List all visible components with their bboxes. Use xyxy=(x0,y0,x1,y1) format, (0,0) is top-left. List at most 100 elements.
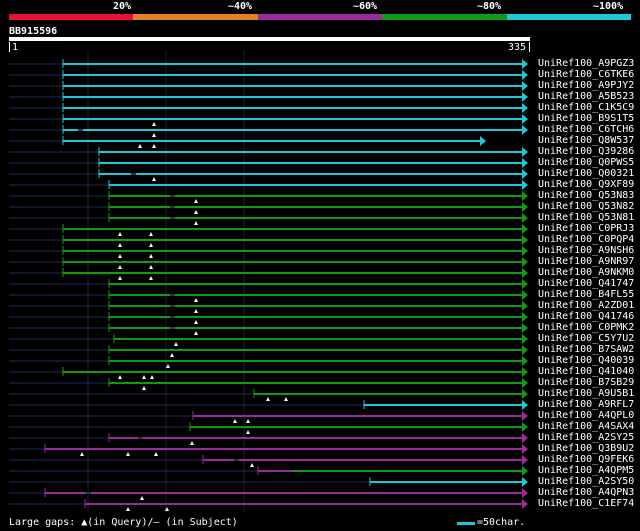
hit-label[interactable]: UniRef100_C1K5C9 xyxy=(538,103,634,113)
hit-label[interactable]: UniRef100_A5B523 xyxy=(538,92,634,102)
query-gap-triangle xyxy=(140,496,144,500)
query-gap-triangle xyxy=(118,254,122,258)
hit-label[interactable]: UniRef100_B7SAW2 xyxy=(538,345,634,355)
subject-gap-mark xyxy=(131,173,136,175)
hit-label[interactable]: UniRef100_Q41747 xyxy=(538,279,634,289)
query-gap-triangle xyxy=(142,386,146,390)
hit-label[interactable]: UniRef100_Q40039 xyxy=(538,356,634,366)
hit-label[interactable]: UniRef100_B7SB29 xyxy=(538,378,634,388)
hit-bar xyxy=(109,184,522,186)
hit-label[interactable]: UniRef100_C5Y7U2 xyxy=(538,334,634,344)
hit-label[interactable]: UniRef100_B9S1T5 xyxy=(538,114,634,124)
hit-label[interactable]: UniRef100_B4FL55 xyxy=(538,290,634,300)
hit-arrow-head xyxy=(522,59,528,69)
hit-arrow-head xyxy=(522,224,528,234)
hit-bar xyxy=(109,360,522,362)
hit-arrow-head xyxy=(480,136,486,146)
hit-label[interactable]: UniRef100_Q9XF89 xyxy=(538,180,634,190)
hit-label[interactable]: UniRef100_Q8W537 xyxy=(538,136,634,146)
query-gap-triangle xyxy=(266,397,270,401)
hit-bar xyxy=(109,382,522,384)
hit-bar xyxy=(63,85,522,87)
hit-arrow-head xyxy=(522,202,528,212)
hit-label[interactable]: UniRef100_A9RFL7 xyxy=(538,400,634,410)
hit-label[interactable]: UniRef100_A2SY25 xyxy=(538,433,634,443)
hit-bar xyxy=(109,437,522,439)
hit-label[interactable]: UniRef100_A9NR97 xyxy=(538,257,634,267)
hit-arrow-head xyxy=(522,345,528,355)
hit-label[interactable]: UniRef100_C6TCH6 xyxy=(538,125,634,135)
hit-label[interactable]: UniRef100_A9U5B1 xyxy=(538,389,634,399)
subject-gap-mark xyxy=(170,217,175,219)
hit-arrow-head xyxy=(522,103,528,113)
query-gap-triangle xyxy=(154,452,158,456)
hit-bar xyxy=(190,426,522,428)
hit-label[interactable]: UniRef100_C6TKE6 xyxy=(538,70,634,80)
hit-label[interactable]: UniRef100_A4QPL0 xyxy=(538,411,634,421)
query-gap-triangle xyxy=(152,177,156,181)
query-gap-triangle xyxy=(149,232,153,236)
hit-label[interactable]: UniRef100_Q53N82 xyxy=(538,202,634,212)
hit-arrow-head xyxy=(522,158,528,168)
hit-bar xyxy=(63,272,522,274)
hit-label[interactable]: UniRef100_A9NKM0 xyxy=(538,268,634,278)
hit-arrow-head xyxy=(522,477,528,487)
hit-label[interactable]: UniRef100_Q9FEK6 xyxy=(538,455,634,465)
hit-bar xyxy=(63,239,522,241)
hit-label[interactable]: UniRef100_Q41746 xyxy=(538,312,634,322)
hit-bar xyxy=(63,140,480,142)
hit-label[interactable]: UniRef100_Q3B9U2 xyxy=(538,444,634,454)
query-gap-triangle xyxy=(118,232,122,236)
hit-bar xyxy=(370,481,522,483)
hit-arrow-head xyxy=(522,499,528,509)
hit-label[interactable]: UniRef100_Q41040 xyxy=(538,367,634,377)
hit-label[interactable]: UniRef100_A9PJY2 xyxy=(538,81,634,91)
hit-label[interactable]: UniRef100_Q39286 xyxy=(538,147,634,157)
hit-label[interactable]: UniRef100_A9NSH6 xyxy=(538,246,634,256)
hit-arrow-head xyxy=(522,367,528,377)
hit-label[interactable]: UniRef100_C1EF74 xyxy=(538,499,634,509)
hit-label[interactable]: UniRef100_A9PGZ3 xyxy=(538,59,634,69)
hit-bar xyxy=(45,448,522,450)
hit-arrow-head xyxy=(522,147,528,157)
query-gap-triangle xyxy=(166,364,170,368)
hit-arrow-head xyxy=(522,268,528,278)
query-gap-triangle xyxy=(150,375,154,379)
hit-arrow-head xyxy=(522,334,528,344)
hit-bar xyxy=(99,162,522,164)
hit-bar xyxy=(63,250,522,252)
hit-bar xyxy=(63,371,522,373)
hit-arrow-head xyxy=(522,400,528,410)
hit-label[interactable]: UniRef100_Q00321 xyxy=(538,169,634,179)
hit-arrow-head xyxy=(522,70,528,80)
hit-label[interactable]: UniRef100_Q53N83 xyxy=(538,191,634,201)
query-gap-triangle xyxy=(118,375,122,379)
hit-arrow-head xyxy=(522,323,528,333)
hit-label[interactable]: UniRef100_C0PQP4 xyxy=(538,235,634,245)
hit-label[interactable]: UniRef100_C0PMK2 xyxy=(538,323,634,333)
hit-label[interactable]: UniRef100_Q0PWS5 xyxy=(538,158,634,168)
subject-gap-mark xyxy=(170,327,175,329)
hit-arrow-head xyxy=(522,180,528,190)
hit-label[interactable]: UniRef100_Q53N81 xyxy=(538,213,634,223)
hit-bar xyxy=(99,173,522,175)
query-gap-triangle xyxy=(170,353,174,357)
query-gap-triangle xyxy=(194,221,198,225)
hit-arrow-head xyxy=(522,92,528,102)
hit-label[interactable]: UniRef100_A4SAX4 xyxy=(538,422,634,432)
hit-label[interactable]: UniRef100_C0PRJ3 xyxy=(538,224,634,234)
hit-label[interactable]: UniRef100_A4QPN3 xyxy=(538,488,634,498)
query-gap-triangle xyxy=(149,265,153,269)
query-gap-triangle xyxy=(126,507,130,511)
hit-arrow-head xyxy=(522,279,528,289)
hit-arrow-head xyxy=(522,466,528,476)
hit-label[interactable]: UniRef100_A4QPM5 xyxy=(538,466,634,476)
hit-bar xyxy=(45,492,522,494)
hit-arrow-head xyxy=(522,81,528,91)
query-gap-triangle xyxy=(194,320,198,324)
hit-bar xyxy=(99,151,522,153)
hit-label[interactable]: UniRef100_A2SY50 xyxy=(538,477,634,487)
hit-bar xyxy=(63,74,522,76)
hit-arrow-head xyxy=(522,213,528,223)
hit-label[interactable]: UniRef100_A2ZD01 xyxy=(538,301,634,311)
